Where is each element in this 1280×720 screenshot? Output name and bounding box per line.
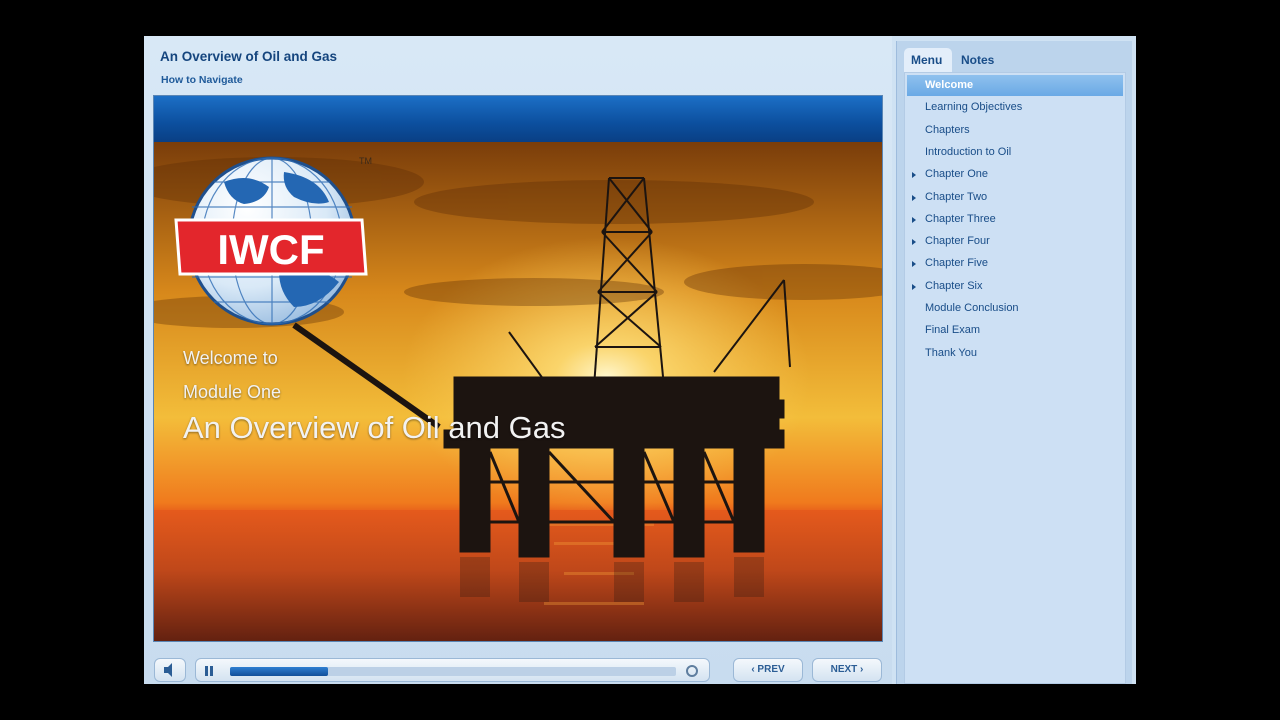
expand-arrow-icon xyxy=(912,261,916,268)
menu-item-label: Chapters xyxy=(925,123,970,136)
main-area: An Overview of Oil and Gas How to Naviga… xyxy=(144,36,892,684)
seek-bar[interactable] xyxy=(195,658,710,682)
prev-button[interactable]: ‹ PREV xyxy=(733,658,803,682)
player-controls: ‹ PREV NEXT › xyxy=(144,656,892,684)
progress-track[interactable] xyxy=(230,667,676,676)
speaker-icon xyxy=(164,663,172,677)
menu-list: Welcome Learning Objectives Chapters Introd… xyxy=(904,72,1126,684)
menu-item[interactable]: Final Exam xyxy=(907,320,1123,341)
menu-item[interactable]: Chapters xyxy=(907,120,1123,141)
slide-title: An Overview of Oil and Gas xyxy=(183,410,566,445)
menu-item[interactable]: Thank You xyxy=(907,343,1123,364)
menu-item[interactable]: Chapter Five xyxy=(907,253,1123,274)
expand-arrow-icon xyxy=(912,172,916,179)
slide-header-bar xyxy=(154,96,882,142)
menu-item-label: Chapter Three xyxy=(925,212,996,225)
menu-item[interactable]: Introduction to Oil xyxy=(907,142,1123,163)
menu-item-label: Chapter Five xyxy=(925,257,988,270)
expand-arrow-icon xyxy=(912,194,916,201)
menu-item[interactable]: Chapter Two xyxy=(907,187,1123,208)
menu-item-label: Introduction to Oil xyxy=(925,145,1012,158)
menu-item-label: Thank You xyxy=(925,346,977,359)
menu-item-label: Chapter Four xyxy=(925,235,990,248)
pause-icon[interactable] xyxy=(204,666,214,676)
tab-notes[interactable]: Notes xyxy=(954,48,1002,72)
menu-item[interactable]: Chapter Six xyxy=(907,276,1123,297)
trademark-mark: TM xyxy=(359,156,372,166)
expand-arrow-icon xyxy=(912,239,916,246)
volume-button[interactable] xyxy=(154,658,186,682)
menu-item[interactable]: Chapter Three xyxy=(907,209,1123,230)
menu-item-label: Final Exam xyxy=(925,324,981,337)
next-button[interactable]: NEXT › xyxy=(812,658,882,682)
how-to-navigate-link[interactable]: How to Navigate xyxy=(161,74,243,86)
menu-item[interactable]: Chapter One xyxy=(907,164,1123,185)
slide-viewport: IWCF TM Welcome to Module One An Overvie… xyxy=(153,95,883,642)
menu-item-label: Chapter One xyxy=(925,168,988,181)
menu-item-label: Chapter Six xyxy=(925,279,983,292)
menu-item-label: Welcome xyxy=(925,79,974,91)
expand-arrow-icon xyxy=(912,216,916,223)
slide-module-text: Module One xyxy=(183,382,282,402)
expand-arrow-icon xyxy=(912,283,916,290)
menu-item[interactable]: Module Conclusion xyxy=(907,298,1123,319)
menu-item[interactable]: Welcome xyxy=(907,75,1123,96)
sidebar: Menu Notes Welcome Learning Objectives Cha… xyxy=(896,41,1132,684)
menu-item-label: Chapter Two xyxy=(925,190,988,203)
course-player: An Overview of Oil and Gas How to Naviga… xyxy=(144,36,1136,684)
menu-item-label: Learning Objectives xyxy=(925,101,1023,114)
menu-item[interactable]: Learning Objectives xyxy=(907,97,1123,118)
course-title: An Overview of Oil and Gas xyxy=(160,49,338,64)
menu-item[interactable]: Chapter Four xyxy=(907,231,1123,252)
logo-text: IWCF xyxy=(217,226,324,273)
progress-fill xyxy=(230,667,329,676)
menu-item-label: Module Conclusion xyxy=(925,302,1019,314)
tab-menu[interactable]: Menu xyxy=(904,48,952,72)
slide-welcome-text: Welcome to xyxy=(183,348,278,368)
scrubber-icon[interactable] xyxy=(686,665,698,677)
